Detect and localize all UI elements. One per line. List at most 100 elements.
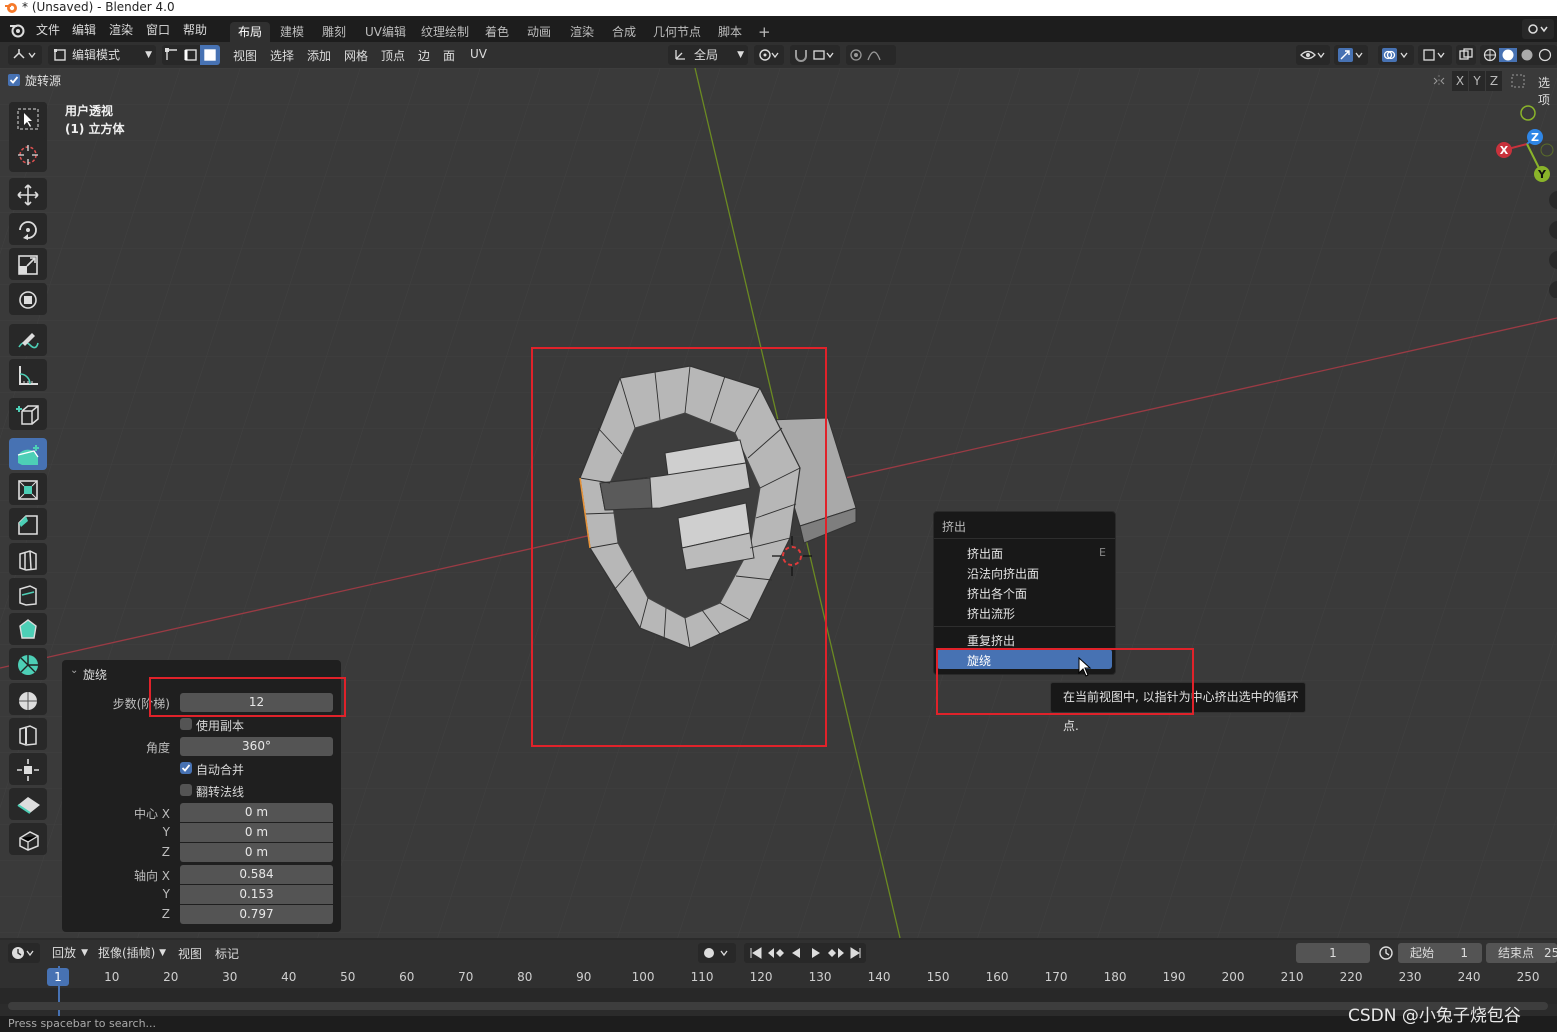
center-y-field[interactable]: 0 m xyxy=(180,823,333,842)
tool-select-box[interactable] xyxy=(9,102,47,134)
tool-add-cube[interactable] xyxy=(9,398,47,430)
xray-toggle[interactable] xyxy=(1456,45,1476,65)
proportional-editing-group[interactable] xyxy=(846,45,896,65)
tool-loop-cut[interactable] xyxy=(9,543,47,575)
tab-modeling[interactable]: 建模 xyxy=(272,22,312,42)
menu-edge[interactable]: 边 xyxy=(418,47,430,64)
menu-add[interactable]: 添加 xyxy=(307,47,331,64)
menu-item-repeat-extrude[interactable]: 重复挤出 xyxy=(934,629,1115,649)
vertex-select-button[interactable] xyxy=(162,45,181,65)
tool-inset-faces[interactable] xyxy=(9,473,47,505)
snapping-group[interactable] xyxy=(790,45,840,65)
timeline-editor-type[interactable] xyxy=(8,943,40,963)
current-frame-field[interactable]: 1 xyxy=(1296,943,1370,963)
flip-normals-checkbox[interactable] xyxy=(180,784,192,796)
tool-bevel[interactable] xyxy=(9,508,47,540)
tab-shading[interactable]: 着色 xyxy=(477,22,517,42)
edge-select-button[interactable] xyxy=(181,45,200,65)
shading-modes-icon[interactable] xyxy=(1483,48,1557,62)
3d-viewport[interactable]: 旋转源 用户透视 (1) 立方体 X Y Z 选项 X Z Y ⌄ 旋绕 步数(… xyxy=(0,68,1557,938)
tool-spin[interactable] xyxy=(9,648,47,680)
tool-transform[interactable] xyxy=(9,283,47,315)
keying-menu[interactable]: 抠像(插帧) ▼ xyxy=(92,943,168,963)
playhead-frame-badge[interactable]: 1 xyxy=(47,968,69,986)
tab-layout[interactable]: 布局 xyxy=(230,22,271,42)
tab-sculpting[interactable]: 雕刻 xyxy=(314,22,354,42)
blender-menu-icon[interactable] xyxy=(8,22,26,38)
menu-item-extrude-manifold[interactable]: 挤出流形 xyxy=(934,602,1115,622)
spin-source-checkbox[interactable] xyxy=(8,74,20,86)
axis-z-field[interactable]: 0.797 xyxy=(180,905,333,924)
end-frame-field[interactable]: 结束点 25 xyxy=(1486,943,1557,963)
use-duplicates-checkbox[interactable] xyxy=(180,718,192,730)
pivot-point-button[interactable] xyxy=(754,45,784,65)
tab-geometry-nodes[interactable]: 几何节点 xyxy=(645,22,709,42)
menu-item-extrude-faces[interactable]: 挤出面 E xyxy=(934,542,1115,562)
menu-vertex[interactable]: 顶点 xyxy=(381,47,405,64)
axis-x-field[interactable]: 0.584 xyxy=(180,865,333,884)
menu-select[interactable]: 选择 xyxy=(270,47,294,64)
mesh-edit-overlays[interactable] xyxy=(1418,45,1452,65)
timeline-marker-menu[interactable]: 标记 xyxy=(215,945,239,962)
tool-move[interactable] xyxy=(9,178,47,210)
tool-cursor[interactable] xyxy=(9,138,47,170)
tab-rendering[interactable]: 渲染 xyxy=(562,22,602,42)
tab-compositing[interactable]: 合成 xyxy=(604,22,644,42)
tool-shear[interactable] xyxy=(9,788,47,820)
angle-field[interactable]: 360° xyxy=(180,737,333,756)
menu-face[interactable]: 面 xyxy=(443,47,455,64)
menu-view[interactable]: 视图 xyxy=(233,47,257,64)
face-select-button[interactable] xyxy=(200,45,220,65)
tool-annotate[interactable] xyxy=(9,324,47,356)
preview-range-icon[interactable] xyxy=(1378,945,1394,961)
overlays-toggle[interactable] xyxy=(1378,45,1414,65)
viewport-nav-buttons[interactable] xyxy=(1548,188,1557,298)
scene-selector[interactable] xyxy=(1522,19,1554,39)
playback-controls[interactable] xyxy=(744,943,866,963)
menu-render[interactable]: 渲染 xyxy=(109,21,133,38)
menu-edit[interactable]: 编辑 xyxy=(72,21,96,38)
menu-item-extrude-along-normals[interactable]: 沿法向挤出面 xyxy=(934,562,1115,582)
menu-uv[interactable]: UV xyxy=(470,47,487,61)
menu-mesh[interactable]: 网格 xyxy=(344,47,368,64)
mirror-y-button[interactable]: Y xyxy=(1469,71,1485,91)
timeline-scrollbar[interactable] xyxy=(8,1002,1548,1010)
redo-panel-title[interactable]: 旋绕 xyxy=(83,666,107,683)
menu-file[interactable]: 文件 xyxy=(36,21,60,38)
tab-uv-editing[interactable]: UV编辑 xyxy=(357,22,414,42)
editor-type-button[interactable] xyxy=(8,45,42,65)
mirror-x-button[interactable]: X xyxy=(1452,71,1468,91)
auto-keying-toggle[interactable] xyxy=(698,943,736,963)
tab-texture-paint[interactable]: 纹理绘制 xyxy=(413,22,477,42)
tool-rip-region[interactable] xyxy=(9,823,47,855)
transform-orientation-selector[interactable]: 全局 ▼ xyxy=(668,45,748,65)
tool-scale[interactable] xyxy=(9,248,47,280)
tool-knife[interactable] xyxy=(9,578,47,610)
tool-poly-build[interactable] xyxy=(9,613,47,645)
center-x-field[interactable]: 0 m xyxy=(180,803,333,822)
visibility-selector[interactable] xyxy=(1296,45,1330,65)
auto-merge-checkbox[interactable] xyxy=(180,762,192,774)
tool-smooth[interactable] xyxy=(9,683,47,715)
navigation-gizmo[interactable]: X Z Y xyxy=(1490,104,1557,184)
playback-menu[interactable]: 回放 ▼ xyxy=(46,943,90,963)
start-frame-field[interactable]: 起始 1 xyxy=(1398,943,1482,963)
menu-item-extrude-individual[interactable]: 挤出各个面 xyxy=(934,582,1115,602)
mirror-z-button[interactable]: Z xyxy=(1486,71,1502,91)
add-workspace-button[interactable]: + xyxy=(750,22,779,42)
chevron-down-icon[interactable]: ⌄ xyxy=(70,665,78,676)
menu-help[interactable]: 帮助 xyxy=(183,21,207,38)
options-button[interactable]: 选项 xyxy=(1538,74,1557,108)
mode-selector[interactable]: 编辑模式 ▼ xyxy=(48,45,156,65)
tab-animation[interactable]: 动画 xyxy=(519,22,559,42)
center-z-field[interactable]: 0 m xyxy=(180,843,333,862)
timeline-view-menu[interactable]: 视图 xyxy=(178,945,202,962)
gizmo-toggle[interactable] xyxy=(1334,45,1368,65)
tool-rotate[interactable] xyxy=(9,213,47,245)
tool-extrude-region[interactable] xyxy=(9,438,47,470)
menu-window[interactable]: 窗口 xyxy=(146,21,170,38)
mesh-symmetry-icon[interactable] xyxy=(1510,73,1526,89)
tool-measure[interactable] xyxy=(9,359,47,391)
tool-shrink-fatten[interactable] xyxy=(9,753,47,785)
tab-scripting[interactable]: 脚本 xyxy=(710,22,750,42)
